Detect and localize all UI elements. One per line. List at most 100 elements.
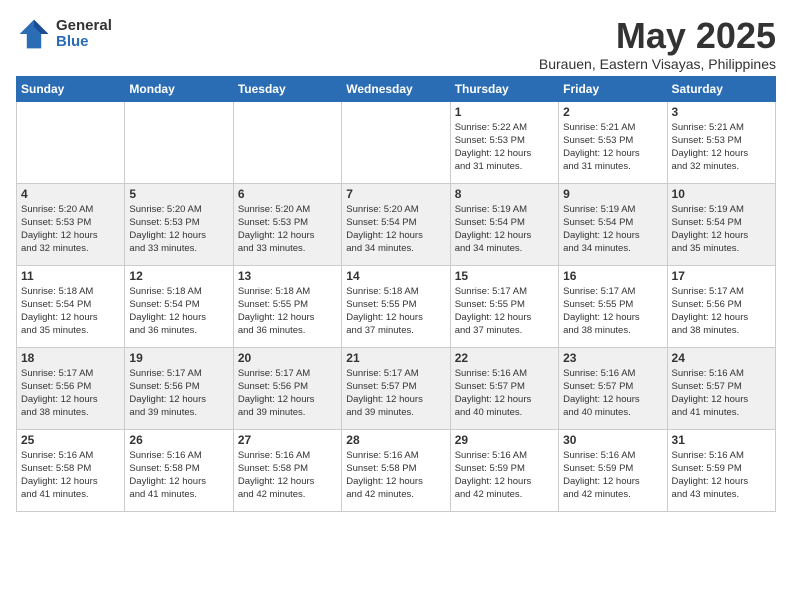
- cell-info: Sunrise: 5:22 AM Sunset: 5:53 PM Dayligh…: [455, 121, 554, 174]
- day-number: 21: [346, 351, 445, 365]
- cell-info: Sunrise: 5:20 AM Sunset: 5:53 PM Dayligh…: [129, 203, 228, 256]
- cell-info: Sunrise: 5:20 AM Sunset: 5:53 PM Dayligh…: [21, 203, 120, 256]
- day-number: 10: [672, 187, 771, 201]
- calendar-cell: 16 Sunrise: 5:17 AM Sunset: 5:55 PM Dayli…: [559, 265, 667, 347]
- calendar-cell: 13 Sunrise: 5:18 AM Sunset: 5:55 PM Dayli…: [233, 265, 341, 347]
- calendar-cell: 6 Sunrise: 5:20 AM Sunset: 5:53 PM Daylig…: [233, 183, 341, 265]
- calendar-cell: 27 Sunrise: 5:16 AM Sunset: 5:58 PM Dayli…: [233, 429, 341, 511]
- calendar-table: SundayMondayTuesdayWednesdayThursdayFrid…: [16, 76, 776, 512]
- cell-info: Sunrise: 5:17 AM Sunset: 5:56 PM Dayligh…: [672, 285, 771, 338]
- calendar-cell: 21 Sunrise: 5:17 AM Sunset: 5:57 PM Dayli…: [342, 347, 450, 429]
- day-number: 28: [346, 433, 445, 447]
- cell-info: Sunrise: 5:16 AM Sunset: 5:57 PM Dayligh…: [563, 367, 662, 420]
- cell-info: Sunrise: 5:17 AM Sunset: 5:57 PM Dayligh…: [346, 367, 445, 420]
- calendar-cell: 17 Sunrise: 5:17 AM Sunset: 5:56 PM Dayli…: [667, 265, 775, 347]
- calendar-cell: 8 Sunrise: 5:19 AM Sunset: 5:54 PM Daylig…: [450, 183, 558, 265]
- calendar-cell: 4Sunrise: 5:20 AM Sunset: 5:53 PM Daylig…: [17, 183, 125, 265]
- cell-info: Sunrise: 5:17 AM Sunset: 5:56 PM Dayligh…: [238, 367, 337, 420]
- day-header-wednesday: Wednesday: [342, 76, 450, 101]
- calendar-cell: 9 Sunrise: 5:19 AM Sunset: 5:54 PM Daylig…: [559, 183, 667, 265]
- cell-info: Sunrise: 5:16 AM Sunset: 5:59 PM Dayligh…: [455, 449, 554, 502]
- day-number: 15: [455, 269, 554, 283]
- day-number: 26: [129, 433, 228, 447]
- page-header: General Blue May 2025 Burauen, Eastern V…: [16, 16, 776, 72]
- title-block: May 2025 Burauen, Eastern Visayas, Phili…: [539, 16, 776, 72]
- calendar-cell: [233, 101, 341, 183]
- cell-info: Sunrise: 5:21 AM Sunset: 5:53 PM Dayligh…: [672, 121, 771, 174]
- calendar-cell: 28 Sunrise: 5:16 AM Sunset: 5:58 PM Dayli…: [342, 429, 450, 511]
- calendar-cell: 18Sunrise: 5:17 AM Sunset: 5:56 PM Dayli…: [17, 347, 125, 429]
- calendar-cell: 29Sunrise: 5:16 AM Sunset: 5:59 PM Dayli…: [450, 429, 558, 511]
- cell-info: Sunrise: 5:18 AM Sunset: 5:54 PM Dayligh…: [129, 285, 228, 338]
- logo-general: General: [56, 18, 112, 35]
- cell-info: Sunrise: 5:21 AM Sunset: 5:53 PM Dayligh…: [563, 121, 662, 174]
- day-number: 3: [672, 105, 771, 119]
- calendar-cell: 20 Sunrise: 5:17 AM Sunset: 5:56 PM Dayli…: [233, 347, 341, 429]
- day-number: 11: [21, 269, 120, 283]
- calendar-cell: 30Sunrise: 5:16 AM Sunset: 5:59 PM Dayli…: [559, 429, 667, 511]
- day-number: 23: [563, 351, 662, 365]
- cell-info: Sunrise: 5:16 AM Sunset: 5:59 PM Dayligh…: [672, 449, 771, 502]
- day-number: 12: [129, 269, 228, 283]
- calendar-cell: 1 Sunrise: 5:22 AM Sunset: 5:53 PM Daylig…: [450, 101, 558, 183]
- cell-info: Sunrise: 5:16 AM Sunset: 5:58 PM Dayligh…: [238, 449, 337, 502]
- calendar-cell: 3 Sunrise: 5:21 AM Sunset: 5:53 PM Daylig…: [667, 101, 775, 183]
- day-number: 16: [563, 269, 662, 283]
- calendar-cell: 19 Sunrise: 5:17 AM Sunset: 5:56 PM Dayli…: [125, 347, 233, 429]
- calendar-cell: 15Sunrise: 5:17 AM Sunset: 5:55 PM Dayli…: [450, 265, 558, 347]
- day-number: 8: [455, 187, 554, 201]
- calendar-cell: 24Sunrise: 5:16 AM Sunset: 5:57 PM Dayli…: [667, 347, 775, 429]
- days-header-row: SundayMondayTuesdayWednesdayThursdayFrid…: [17, 76, 776, 101]
- day-number: 9: [563, 187, 662, 201]
- calendar-cell: [125, 101, 233, 183]
- calendar-cell: [17, 101, 125, 183]
- cell-info: Sunrise: 5:17 AM Sunset: 5:56 PM Dayligh…: [129, 367, 228, 420]
- cell-info: Sunrise: 5:18 AM Sunset: 5:55 PM Dayligh…: [238, 285, 337, 338]
- calendar-cell: 26 Sunrise: 5:16 AM Sunset: 5:58 PM Dayli…: [125, 429, 233, 511]
- logo-icon: [16, 16, 52, 52]
- cell-info: Sunrise: 5:17 AM Sunset: 5:56 PM Dayligh…: [21, 367, 120, 420]
- logo: General Blue: [16, 16, 112, 52]
- day-number: 14: [346, 269, 445, 283]
- day-number: 19: [129, 351, 228, 365]
- day-number: 2: [563, 105, 662, 119]
- day-header-thursday: Thursday: [450, 76, 558, 101]
- location-title: Burauen, Eastern Visayas, Philippines: [539, 56, 776, 72]
- cell-info: Sunrise: 5:19 AM Sunset: 5:54 PM Dayligh…: [563, 203, 662, 256]
- day-number: 22: [455, 351, 554, 365]
- day-number: 25: [21, 433, 120, 447]
- cell-info: Sunrise: 5:16 AM Sunset: 5:59 PM Dayligh…: [563, 449, 662, 502]
- month-title: May 2025: [539, 16, 776, 56]
- day-number: 27: [238, 433, 337, 447]
- calendar-cell: 31Sunrise: 5:16 AM Sunset: 5:59 PM Dayli…: [667, 429, 775, 511]
- day-number: 13: [238, 269, 337, 283]
- day-header-saturday: Saturday: [667, 76, 775, 101]
- logo-text: General Blue: [56, 18, 112, 51]
- day-number: 5: [129, 187, 228, 201]
- calendar-cell: 22 Sunrise: 5:16 AM Sunset: 5:57 PM Dayli…: [450, 347, 558, 429]
- day-number: 24: [672, 351, 771, 365]
- calendar-cell: 25Sunrise: 5:16 AM Sunset: 5:58 PM Dayli…: [17, 429, 125, 511]
- day-header-tuesday: Tuesday: [233, 76, 341, 101]
- week-row-1: 1 Sunrise: 5:22 AM Sunset: 5:53 PM Daylig…: [17, 101, 776, 183]
- cell-info: Sunrise: 5:20 AM Sunset: 5:53 PM Dayligh…: [238, 203, 337, 256]
- week-row-5: 25 Sunrise: 5:16 AM Sunset: 5:58 PM Dayli…: [17, 429, 776, 511]
- day-number: 1: [455, 105, 554, 119]
- week-row-3: 11 Sunrise: 5:18 AM Sunset: 5:54 PM Dayli…: [17, 265, 776, 347]
- cell-info: Sunrise: 5:16 AM Sunset: 5:57 PM Dayligh…: [455, 367, 554, 420]
- calendar-cell: 2 Sunrise: 5:21 AM Sunset: 5:53 PM Daylig…: [559, 101, 667, 183]
- day-header-monday: Monday: [125, 76, 233, 101]
- day-number: 6: [238, 187, 337, 201]
- day-number: 20: [238, 351, 337, 365]
- day-header-friday: Friday: [559, 76, 667, 101]
- day-number: 17: [672, 269, 771, 283]
- cell-info: Sunrise: 5:19 AM Sunset: 5:54 PM Dayligh…: [672, 203, 771, 256]
- cell-info: Sunrise: 5:17 AM Sunset: 5:55 PM Dayligh…: [563, 285, 662, 338]
- cell-info: Sunrise: 5:19 AM Sunset: 5:54 PM Dayligh…: [455, 203, 554, 256]
- calendar-cell: 14Sunrise: 5:18 AM Sunset: 5:55 PM Dayli…: [342, 265, 450, 347]
- calendar-cell: 7Sunrise: 5:20 AM Sunset: 5:54 PM Daylig…: [342, 183, 450, 265]
- logo-blue: Blue: [56, 34, 112, 51]
- week-row-2: 4Sunrise: 5:20 AM Sunset: 5:53 PM Daylig…: [17, 183, 776, 265]
- cell-info: Sunrise: 5:16 AM Sunset: 5:58 PM Dayligh…: [129, 449, 228, 502]
- cell-info: Sunrise: 5:16 AM Sunset: 5:58 PM Dayligh…: [346, 449, 445, 502]
